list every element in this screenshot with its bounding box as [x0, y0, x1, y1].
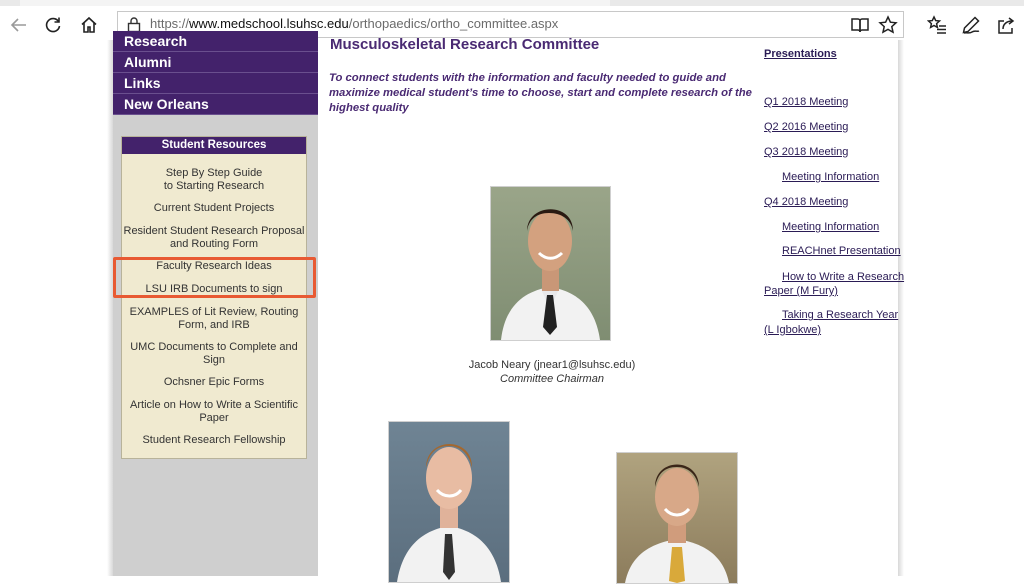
intro-text: To connect students with the information…	[329, 72, 752, 114]
pen-icon[interactable]	[958, 12, 984, 38]
resource-link-examples[interactable]: EXAMPLES of Lit Review, Routing Form, an…	[122, 306, 306, 332]
refresh-icon[interactable]	[40, 12, 66, 38]
right-sidebar: Presentations Q1 2018 Meeting Q2 2016 Me…	[760, 40, 904, 576]
right-link-q4-2018[interactable]: Q4 2018 Meeting	[764, 195, 848, 209]
resource-link-proposal-form[interactable]: Resident Student Research Proposal and R…	[122, 225, 306, 251]
page-title: Musculoskeletal Research Committee	[330, 36, 600, 53]
resource-link-umc-documents[interactable]: UMC Documents to Complete and Sign	[122, 341, 306, 367]
right-link-research-year-line2[interactable]: (L Igbokwe)	[764, 323, 821, 337]
favorites-list-icon[interactable]	[924, 12, 950, 38]
resource-link-line: to Starting Research	[163, 180, 265, 192]
url-host: www.medschool.lsuhsc.edu	[189, 16, 349, 31]
resource-link-step-by-step[interactable]: Step By Step Guide to Starting Research	[122, 167, 306, 193]
resource-link-line: Student Research Fellowship	[142, 434, 286, 446]
chairman-name: Jacob Neary (jnear1@lsuhsc.edu)	[468, 359, 636, 371]
tab-strip	[0, 0, 1024, 6]
url-text[interactable]: https://www.medschool.lsuhsc.edu/orthopa…	[150, 16, 558, 31]
right-link-q3-2018[interactable]: Q3 2018 Meeting	[764, 145, 848, 159]
url-scheme: https://	[150, 16, 190, 31]
nav-item-research[interactable]: Research	[113, 31, 318, 52]
resource-link-line: Paper	[199, 412, 229, 424]
member-photo	[388, 421, 510, 583]
chairman-role: Committee Chairman	[500, 373, 604, 385]
home-icon[interactable]	[76, 12, 102, 38]
right-link-presentations[interactable]: Presentations	[764, 47, 837, 61]
resource-link-line: Article on How to Write a Scientific	[130, 399, 298, 411]
active-tab[interactable]	[20, 0, 610, 6]
resource-link-ochsner-forms[interactable]: Ochsner Epic Forms	[122, 376, 306, 389]
right-link-write-research-line2[interactable]: Paper (M Fury)	[764, 284, 838, 298]
url-path: /orthopaedics/ortho_committee.aspx	[348, 16, 559, 31]
nav-item-alumni[interactable]: Alumni	[113, 52, 318, 73]
resource-link-line: Ochsner Epic Forms	[163, 376, 265, 388]
nav-item-new-orleans[interactable]: New Orleans	[113, 94, 318, 115]
right-link-q2-2016[interactable]: Q2 2016 Meeting	[764, 120, 848, 134]
resource-link-line: EXAMPLES of Lit Review, Routing	[129, 306, 299, 318]
share-icon[interactable]	[993, 12, 1019, 38]
left-sidebar: Research Alumni Links New Orleans Studen…	[113, 31, 318, 576]
right-link-reachnet[interactable]: REACHnet Presentation	[782, 244, 901, 258]
student-resources-heading: Student Resources	[122, 137, 306, 154]
right-link-q4-meeting-info[interactable]: Meeting Information	[782, 220, 879, 234]
highlight-box	[113, 257, 316, 298]
right-link-clipped[interactable]	[764, 36, 854, 41]
resource-link-scientific-paper[interactable]: Article on How to Write a Scientific Pap…	[122, 399, 306, 425]
resource-link-line: and Routing Form	[169, 238, 259, 250]
right-link-q1-2018[interactable]: Q1 2018 Meeting	[764, 95, 848, 109]
back-icon[interactable]	[6, 12, 32, 38]
right-link-q3-meeting-info[interactable]: Meeting Information	[782, 170, 879, 184]
right-link-write-research-line1[interactable]: How to Write a Research	[782, 270, 904, 284]
chairman-photo	[490, 186, 611, 341]
reading-view-icon[interactable]	[850, 15, 870, 35]
resource-link-fellowship[interactable]: Student Research Fellowship	[122, 434, 306, 447]
resource-link-line: Resident Student Research Proposal	[123, 225, 305, 237]
resource-link-line: Sign	[202, 354, 226, 366]
web-page: Research Alumni Links New Orleans Studen…	[0, 31, 1024, 584]
resource-link-line: Step By Step Guide	[165, 167, 263, 179]
favorite-star-icon[interactable]	[878, 15, 898, 35]
resource-link-line: UMC Documents to Complete and	[130, 341, 298, 353]
resource-link-line: Current Student Projects	[153, 202, 275, 214]
member-photo	[616, 452, 738, 584]
resource-link-line: Form, and IRB	[178, 319, 250, 331]
nav-item-links[interactable]: Links	[113, 73, 318, 94]
resource-link-current-projects[interactable]: Current Student Projects	[122, 202, 306, 215]
right-link-research-year-line1[interactable]: Taking a Research Year	[782, 308, 898, 322]
